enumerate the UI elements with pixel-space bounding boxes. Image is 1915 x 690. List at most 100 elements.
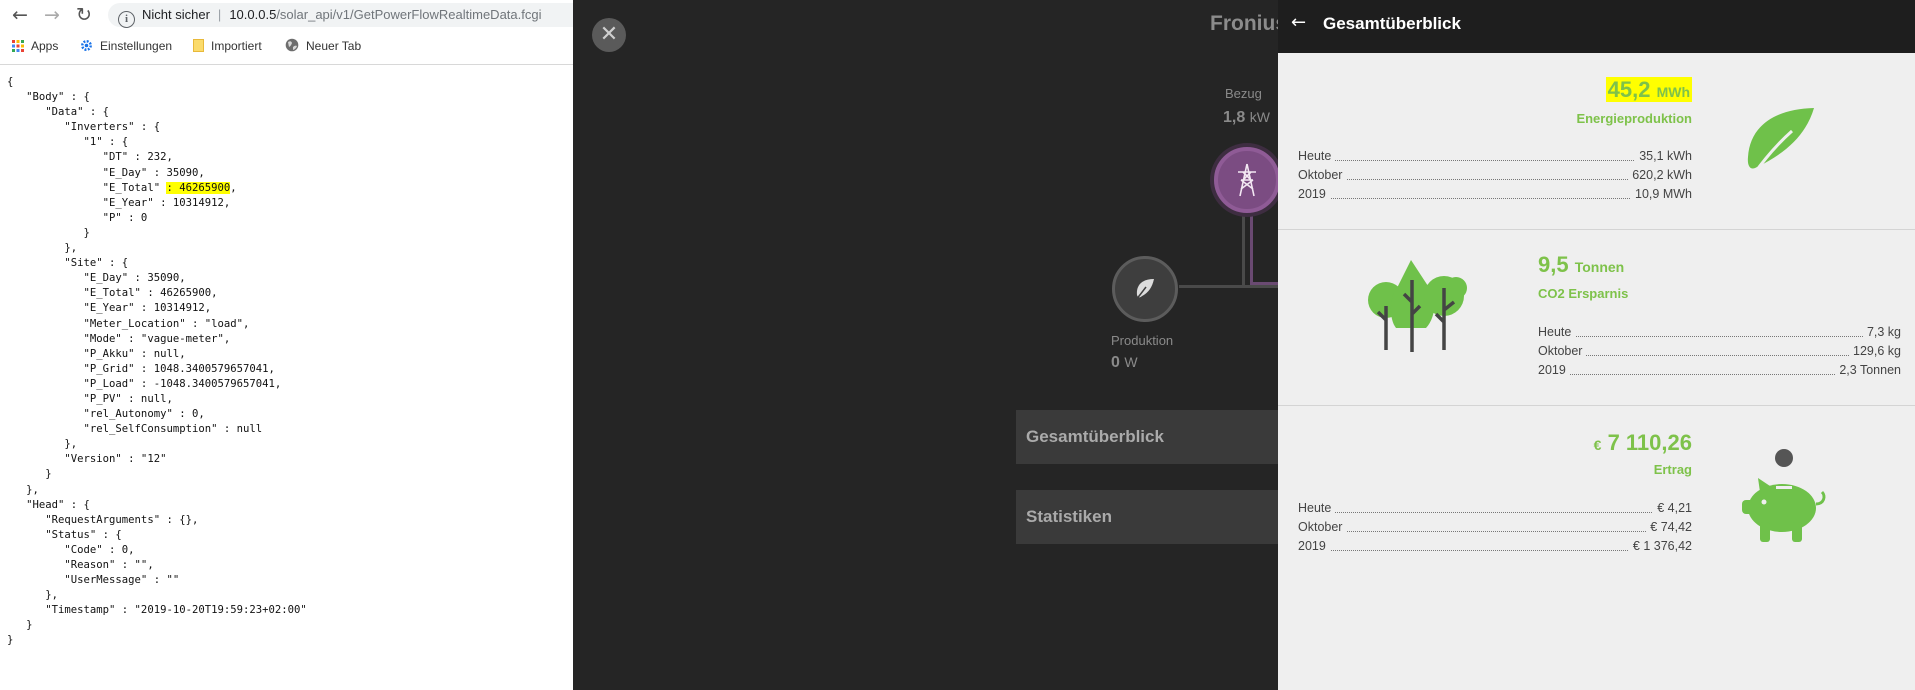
bezug-label: Bezug [1225,86,1262,101]
row-label: Oktober [1538,342,1587,361]
row-label: Oktober [1298,518,1347,537]
json-response: { "Body" : { "Data" : { "Inverters" : { … [0,64,573,690]
folder-icon [193,36,204,60]
flow-line-grid [1253,282,1278,285]
bookmark-neuer-tab[interactable]: Neuer Tab [285,34,361,58]
ertrag-row: 2019 € 1 376,42 [1298,537,1692,556]
energy-label: Energieproduktion [1576,111,1692,126]
row-label: Heute [1298,499,1336,518]
row-value: 620,2 kWh [1628,166,1692,185]
co2-row: Heute 7,3 kg [1538,323,1901,342]
ertrag-row: Heute € 4,21 [1298,499,1692,518]
dotted-leader [1298,518,1692,532]
energy-row: Heute 35,1 kWh [1298,147,1692,166]
bezug-value: 1,8 kW [1223,109,1270,127]
row-label: 2019 [1298,537,1330,556]
fronius-app: ✕ Fronius Bezug 1,8 kW Produktion 0 W Ge… [573,0,1278,690]
co2-section: 9,5 Tonnen CO2 Ersparnis Heute 7,3 kg Okt… [1278,230,1915,406]
dotted-leader [1538,323,1901,337]
bezug-number: 1,8 [1223,109,1246,126]
reload-icon[interactable]: ↻ [73,4,95,26]
produktion-node[interactable] [1112,256,1178,322]
globe-icon [285,36,299,60]
address-bar[interactable]: i Nicht sicher | 10.0.0.5/solar_api/v1/GetP… [108,3,573,28]
browser-toolbar: ← → ↻ i Nicht sicher | 10.0.0.5/solar_api/v… [0,0,573,30]
energy-row: Oktober 620,2 kWh [1298,166,1692,185]
bookmarks-bar: Apps Einstellungen Importiert Neuer Tab [0,34,573,58]
row-label: 2019 [1538,361,1570,380]
co2-unit: Tonnen [1574,259,1625,275]
bookmark-apps[interactable]: Apps [12,34,58,58]
bookmark-label: Neuer Tab [306,39,362,53]
produktion-unit: W [1124,354,1138,370]
produktion-number: 0 [1111,354,1120,371]
grid-node[interactable] [1214,147,1278,213]
row-value: 10,9 MWh [1631,185,1692,204]
ertrag-label: Ertrag [1653,462,1692,477]
row-value: € 4,21 [1653,499,1692,518]
bookmark-einstellungen[interactable]: Einstellungen [80,34,172,58]
energy-value: 45,2 [1607,77,1651,102]
row-value: € 74,42 [1646,518,1692,537]
close-icon: ✕ [599,22,619,47]
divider: | [217,7,222,22]
row-value: 35,1 kWh [1635,147,1692,166]
dotted-leader [1298,499,1692,513]
energy-total: 45,2 MWh [1605,77,1692,103]
apps-grid-icon [12,36,24,60]
co2-label: CO2 Ersparnis [1538,286,1629,301]
trees-icon [1366,258,1470,357]
energy-row: 2019 10,9 MWh [1298,185,1692,204]
energy-unit: MWh [1656,84,1690,100]
gear-icon [80,36,93,60]
app-title: Fronius [1210,12,1278,35]
produktion-label: Produktion [1111,333,1174,348]
dotted-leader [1298,147,1692,161]
overview-panel: ← Gesamtüberblick 45,2 MWh Energieproduk… [1278,0,1915,690]
co2-value: 9,5 [1538,252,1569,277]
forward-arrow-icon[interactable]: → [41,4,63,26]
leaf-icon [1132,279,1158,306]
bezug-unit: kW [1249,109,1270,125]
panel-header: ← Gesamtüberblick [1278,0,1915,53]
menu-gesamtueberblick[interactable]: Gesamtüberblick [1016,410,1278,464]
flow-line-grid [1250,213,1253,285]
row-label: Heute [1538,323,1576,342]
row-value: 7,3 kg [1862,323,1901,342]
browser-window: ← → ↻ i Nicht sicher | 10.0.0.5/solar_api/v… [0,0,573,690]
json-text-part: { "Body" : { "Data" : { "Inverters" : { … [7,76,205,194]
back-arrow-icon[interactable]: ← [9,4,31,26]
json-text-part: , "E_Year" : 10314912, "P" : 0 } }, "Sit… [7,181,307,647]
power-pylon-icon [1232,163,1262,196]
panel-title: Gesamtüberblick [1323,14,1461,33]
json-text: { "Body" : { "Data" : { "Inverters" : { … [0,65,573,649]
bookmark-label: Apps [31,39,59,53]
row-value: 2,3 Tonnen [1835,361,1901,380]
piggy-bank-icon [1732,448,1832,553]
row-value: 129,6 kg [1849,342,1901,361]
bookmark-label: Importiert [211,39,262,53]
flow-line [1242,213,1245,288]
ertrag-total: € 7 110,26 [1594,430,1692,456]
energy-highlight: 45,2 MWh [1605,77,1692,102]
ertrag-row: Oktober € 74,42 [1298,518,1692,537]
menu-statistiken[interactable]: Statistiken [1016,490,1278,544]
dotted-leader [1538,342,1901,356]
bookmark-importiert[interactable]: Importiert [193,34,262,58]
info-icon[interactable]: i [118,11,135,28]
ertrag-value: 7 110,26 [1607,430,1692,455]
ertrag-currency: € [1593,437,1602,453]
url-path: /solar_api/v1/GetPowerFlowRealtimeData.f… [276,7,542,22]
bookmark-label: Einstellungen [100,39,173,53]
row-label: 2019 [1298,185,1330,204]
close-button[interactable]: ✕ [592,18,626,52]
flow-line [1179,285,1278,288]
back-arrow-icon[interactable]: ← [1291,12,1306,33]
security-label: Nicht sicher [142,7,210,22]
produktion-value: 0 W [1111,354,1138,372]
ertrag-section: € 7 110,26 Ertrag Heute € 4,21 Oktober € 7… [1278,406,1915,690]
co2-row: 2019 2,3 Tonnen [1538,361,1901,380]
json-highlight: : 46265900 [166,181,231,194]
row-label: Heute [1298,147,1336,166]
co2-row: Oktober 129,6 kg [1538,342,1901,361]
